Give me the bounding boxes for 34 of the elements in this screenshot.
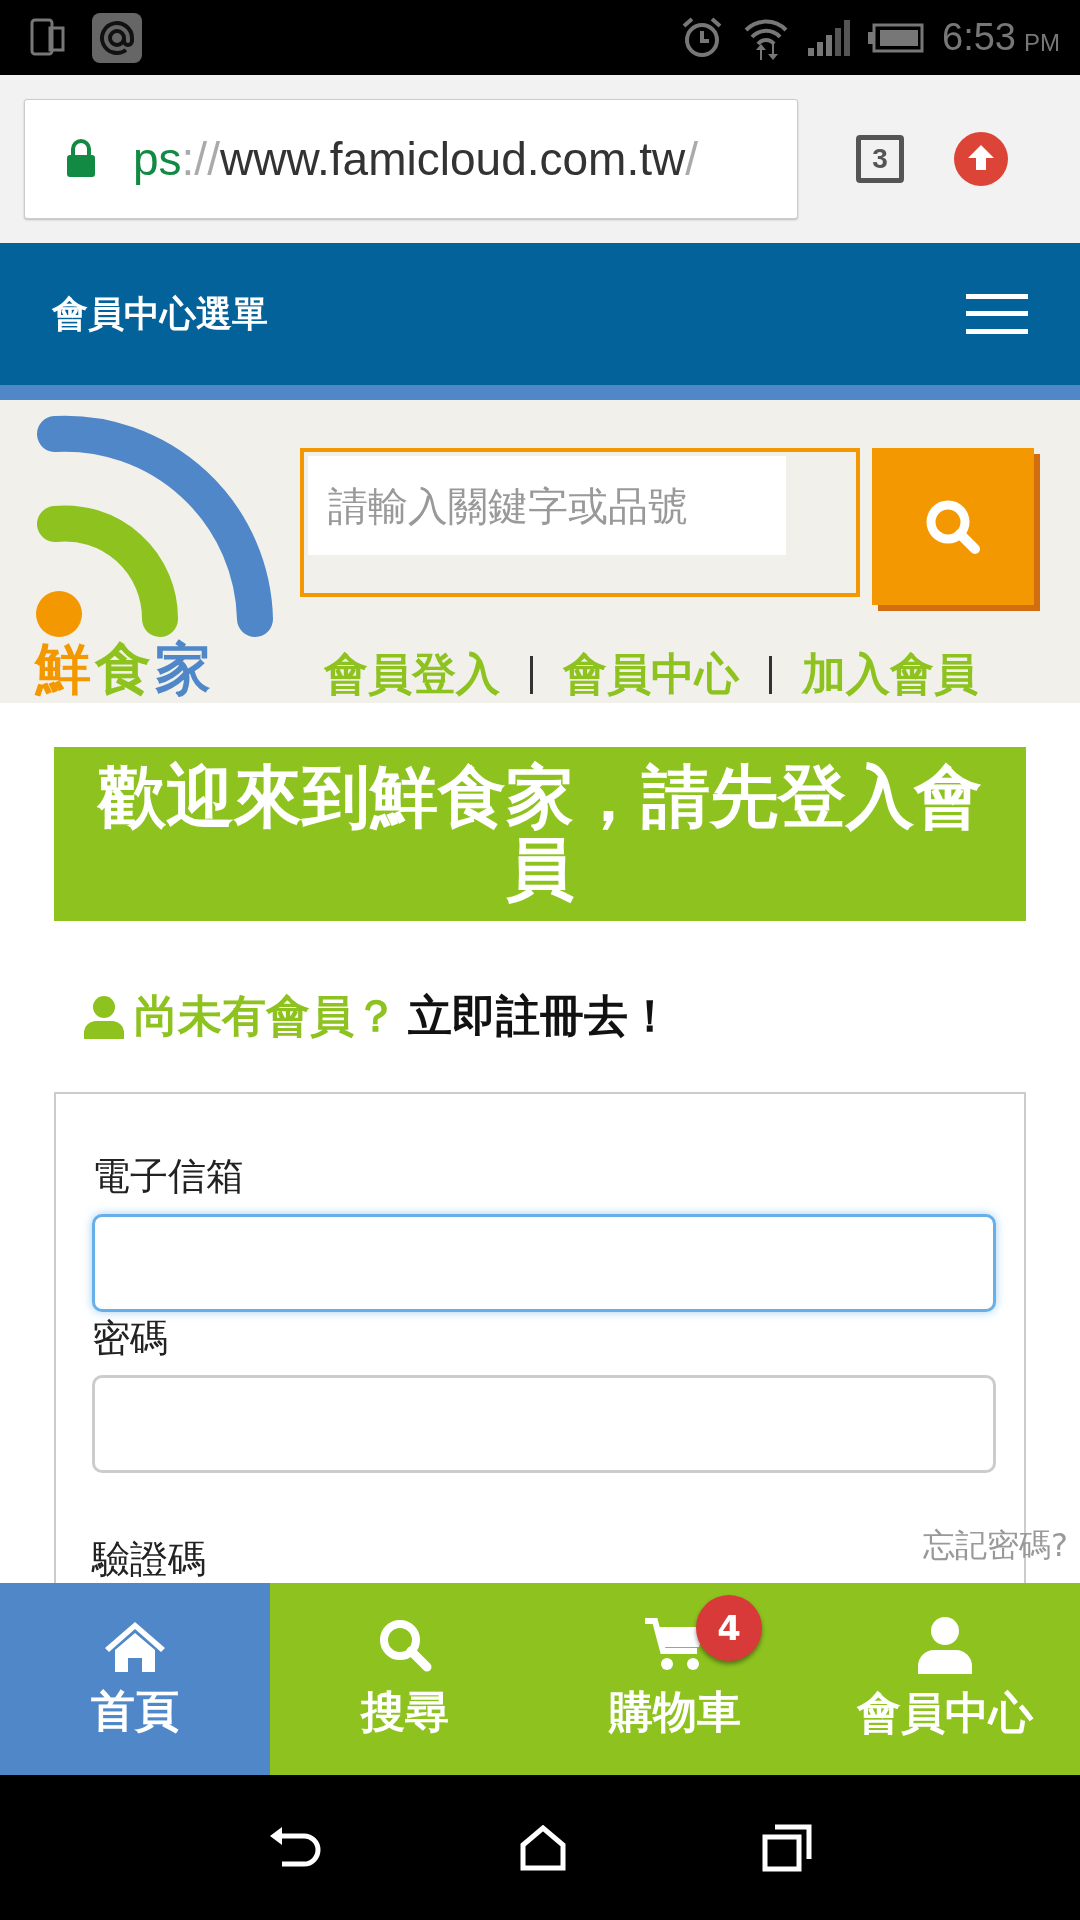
header-link[interactable]: 會員中心: [563, 645, 739, 704]
forgot-password-link[interactable]: 忘記密碼?: [923, 1524, 1068, 1568]
signal-icon: [808, 19, 851, 56]
header-link[interactable]: 加入會員: [802, 645, 978, 704]
header-link[interactable]: 會員登入: [324, 645, 500, 704]
logo-text: 鮮食家: [35, 641, 216, 697]
recents-icon[interactable]: [762, 1823, 813, 1872]
user-icon: [84, 994, 124, 1039]
logo-icon: [35, 414, 275, 639]
menu-title: 會員中心選單: [52, 291, 268, 336]
field-label: 密碼: [92, 1315, 168, 1362]
field-label: 電子信箱: [92, 1154, 244, 1200]
input-field[interactable]: [92, 1375, 996, 1474]
search-field[interactable]: 請輸入關鍵字或品號: [300, 448, 860, 597]
phone-icon: [30, 17, 66, 58]
at-sign-icon: [92, 12, 142, 63]
lock-icon: [65, 139, 97, 179]
battery-icon: [868, 22, 925, 53]
welcome-banner: 歡迎來到鮮食家，請先登入會員: [54, 747, 1026, 921]
register-prompt: 尚未有會員？: [134, 989, 398, 1043]
tab-count-button[interactable]: 3: [856, 135, 904, 183]
clock-time: 6:53: [942, 16, 1016, 59]
nav-tab[interactable]: 首頁: [0, 1583, 270, 1775]
input-field[interactable]: [92, 1213, 996, 1312]
register-link[interactable]: 立即註冊去！: [408, 987, 672, 1046]
clock-period: PM: [1024, 28, 1060, 57]
upload-icon[interactable]: [954, 132, 1008, 186]
home-icon[interactable]: [519, 1824, 567, 1871]
url-text: ps://www.famicloud.com.tw/: [133, 132, 698, 186]
menu-icon[interactable]: [966, 294, 1028, 334]
address-bar[interactable]: ps://www.famicloud.com.tw/: [24, 99, 798, 219]
field-label: 驗證碼: [92, 1537, 206, 1583]
user-icon: [918, 1615, 972, 1674]
cart-count-badge: 4: [696, 1595, 762, 1661]
